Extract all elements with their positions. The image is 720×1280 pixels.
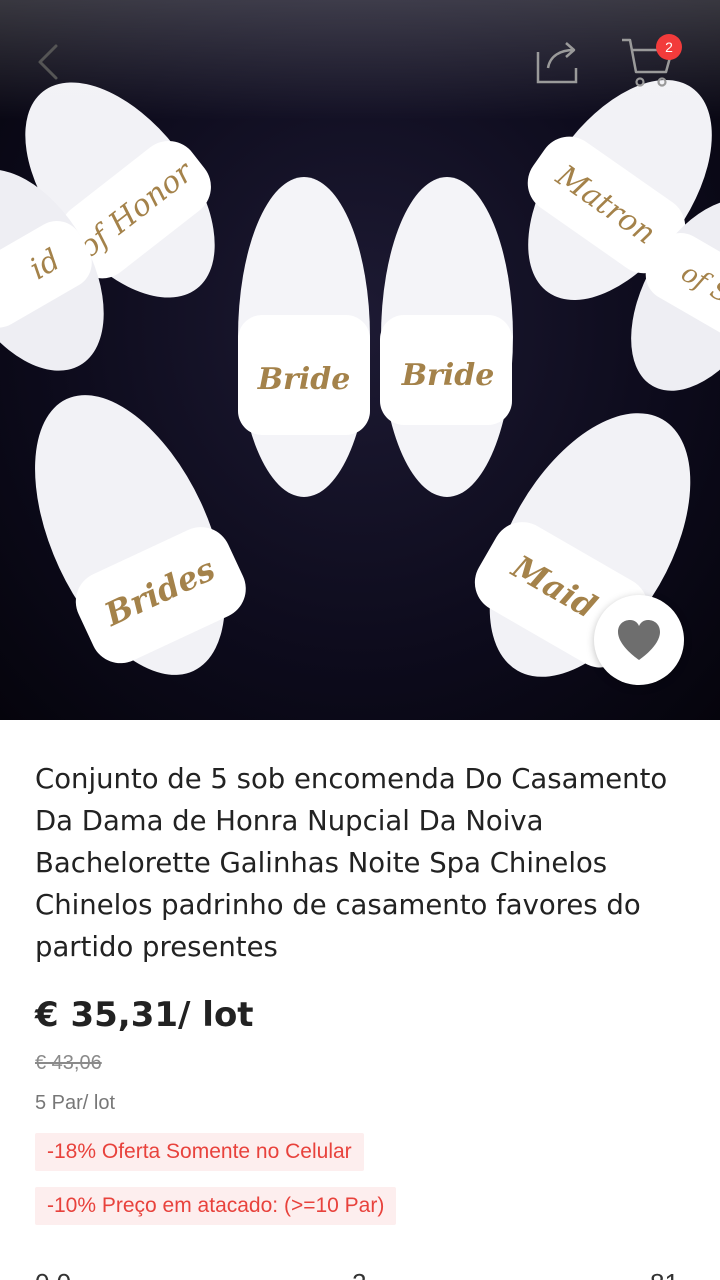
slipper-image: Maid: [460, 385, 720, 705]
cart-count-badge: 2: [656, 34, 682, 60]
product-price: € 35,31/ lot: [35, 995, 254, 1035]
wishlist-button[interactable]: [594, 595, 684, 685]
slipper-image: Brides: [5, 370, 255, 700]
cart-button[interactable]: 2: [618, 32, 682, 90]
product-title: Conjunto de 5 sob encomenda Do Casamento…: [35, 763, 668, 963]
image-top-gradient: [0, 0, 720, 120]
share-icon: [536, 42, 578, 84]
product-image-gallery[interactable]: of Honor id Bride Bride Brides Matron of…: [0, 0, 720, 720]
product-stats-row: 0.0 2 81: [0, 1268, 720, 1280]
product-info: Conjunto de 5 sob encomenda Do Casamento…: [0, 720, 720, 1280]
unit-info: 5 Par/ lot: [35, 1092, 116, 1114]
slipper-image: id: [0, 150, 110, 390]
svg-text:Bride: Bride: [257, 362, 351, 397]
reviews-count[interactable]: 2: [352, 1268, 366, 1280]
rating-value[interactable]: 0.0: [35, 1268, 71, 1280]
slipper-image: of S: [630, 180, 720, 410]
share-button[interactable]: [534, 38, 582, 86]
original-price: € 43,06: [35, 1052, 102, 1074]
back-button[interactable]: [30, 40, 70, 84]
chevron-left-icon: [38, 44, 58, 80]
heart-icon: [618, 620, 660, 660]
promo-badge-mobile: -18% Oferta Somente no Celular: [35, 1133, 364, 1171]
promo-badge-wholesale: -10% Preço em atacado: (>=10 Par): [35, 1187, 397, 1225]
orders-count: 81: [650, 1268, 679, 1280]
